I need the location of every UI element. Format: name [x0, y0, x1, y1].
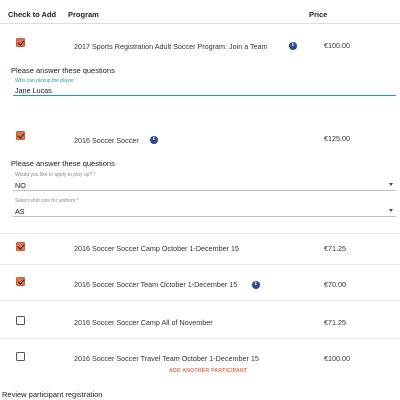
row-2-info-icon[interactable]: i	[150, 136, 158, 144]
header-check-to-add: Check to Add	[8, 10, 57, 19]
row-divider	[0, 264, 400, 265]
row-2-checkbox[interactable]	[16, 131, 25, 140]
header-program: Program	[68, 10, 99, 19]
row-4-price: €70.00	[324, 280, 346, 289]
questions-2-heading: Please answer these questions	[11, 159, 115, 168]
row-6-checkbox[interactable]	[16, 352, 25, 361]
row-divider	[0, 233, 400, 234]
pickup-field-input[interactable]: Jane Lucas	[15, 86, 52, 95]
chevron-down-icon[interactable]	[389, 183, 393, 186]
questions-1-heading: Please answer these questions	[11, 66, 115, 75]
row-4-checkbox[interactable]	[16, 277, 25, 286]
pickup-field-label: Who can pickup the player	[15, 78, 74, 84]
row-4-program: 2016 Soccer Soccer Team October 1-Decemb…	[74, 280, 238, 289]
row-6-price: €100.00	[324, 354, 350, 363]
row-4-info-icon[interactable]: i	[252, 281, 260, 289]
add-another-participant-link[interactable]: ADD ANOTHER PARTICIPANT	[169, 368, 247, 374]
chevron-down-icon[interactable]	[389, 209, 393, 212]
row-divider	[0, 338, 400, 339]
row-3-price: €71.25	[324, 244, 346, 253]
row-3-checkbox[interactable]	[16, 242, 25, 251]
row-1-program: 2017 Sports Registration Adult Soccer Pr…	[74, 42, 268, 51]
review-registration-heading: Review participant registration	[2, 390, 103, 399]
shirt-size-select[interactable]: AS	[15, 207, 25, 216]
row-1-price: €100.00	[324, 41, 350, 50]
row-1-info-icon[interactable]: i	[289, 42, 297, 50]
shirt-size-select-label: Select shirt size for uniform *	[15, 198, 79, 204]
row-5-checkbox[interactable]	[16, 316, 25, 325]
row-1-checkbox[interactable]	[16, 38, 25, 47]
row-divider	[0, 300, 400, 301]
play-up-select-label: Would you like to apply to play up? *	[15, 172, 96, 178]
row-5-program: 2016 Soccer Soccer Camp All of November	[74, 318, 213, 327]
shirt-size-select-underline	[13, 216, 396, 217]
row-2-program: 2016 Soccer Soccer	[74, 136, 139, 145]
row-2-price: €125.00	[324, 134, 350, 143]
row-6-program: 2016 Soccer Soccer Travel Team October 1…	[74, 354, 259, 363]
row-5-price: €71.25	[324, 318, 346, 327]
play-up-select[interactable]: NO	[15, 181, 26, 190]
row-3-program: 2016 Soccer Soccer Camp October 1-Decemb…	[74, 244, 239, 253]
header-divider	[0, 23, 400, 24]
play-up-select-underline	[13, 190, 396, 191]
header-price: Price	[309, 10, 328, 19]
pickup-field-underline	[13, 95, 396, 97]
